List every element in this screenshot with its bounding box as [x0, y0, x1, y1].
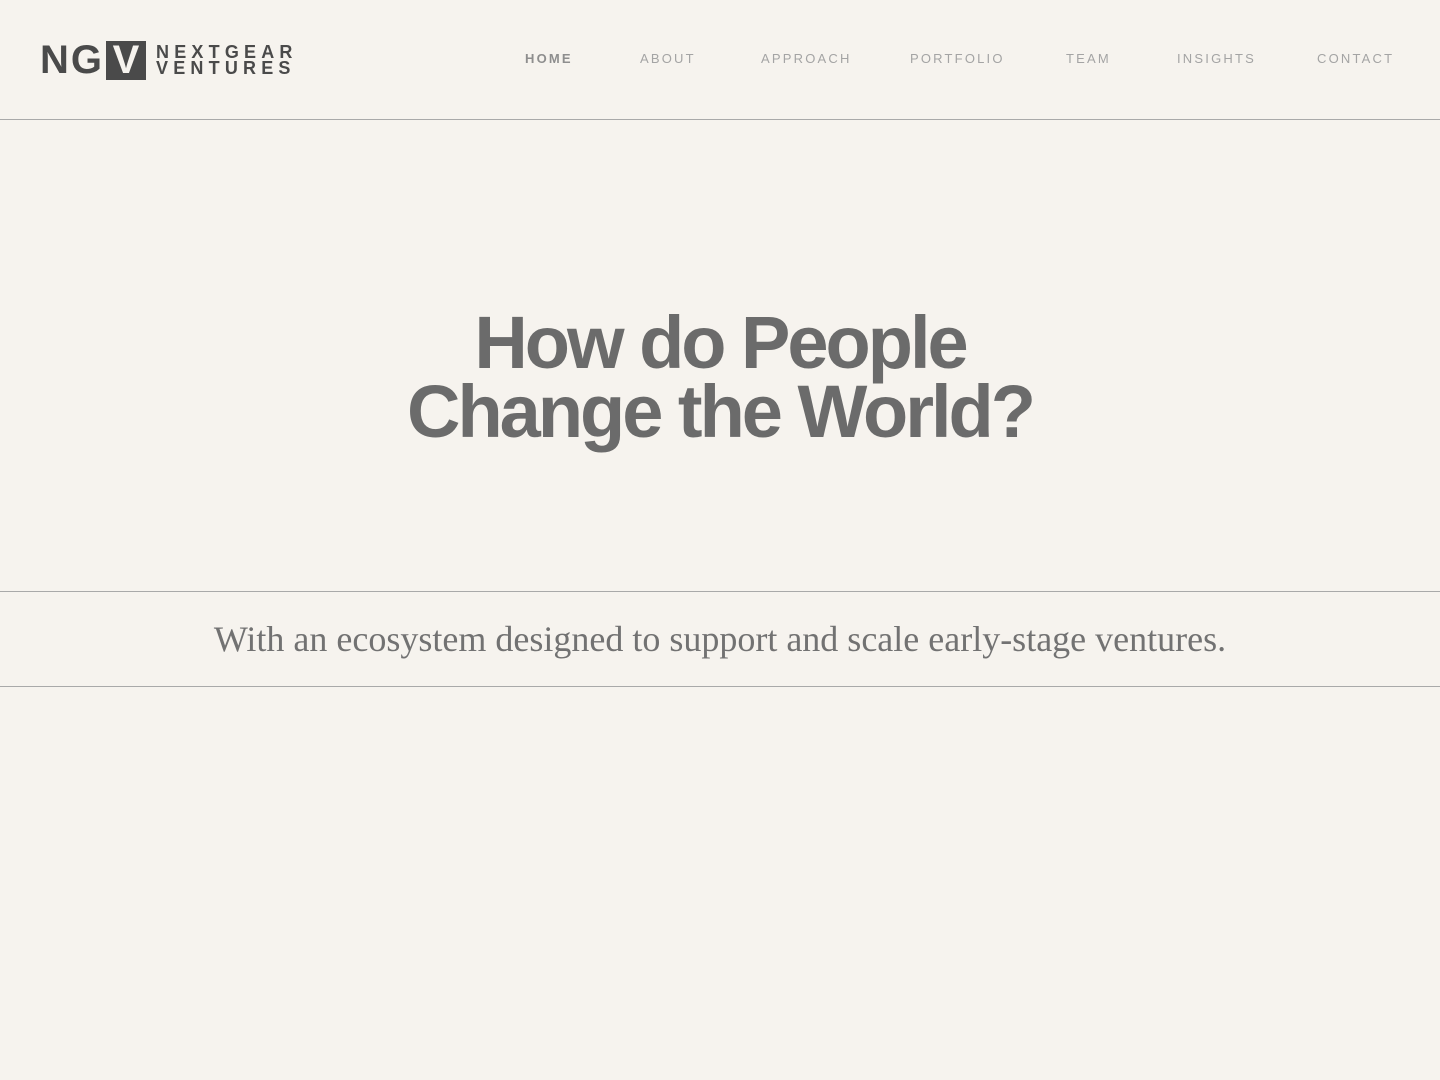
nav-item-team[interactable]: TEAM: [1066, 48, 1111, 70]
page: N G V NEXTGEAR VENTURES HOME ABOUT APPRO…: [0, 0, 1440, 1080]
nav-item-portfolio[interactable]: PORTFOLIO: [910, 48, 1005, 70]
tagline-band: With an ecosystem designed to support an…: [0, 591, 1440, 687]
nav-item-insights[interactable]: INSIGHTS: [1177, 48, 1256, 70]
hero-title-line1: How do People: [474, 301, 968, 384]
main-nav: HOME ABOUT APPROACH PORTFOLIO TEAM INSIG…: [0, 48, 1440, 70]
nav-item-about[interactable]: ABOUT: [640, 48, 696, 70]
hero-section: How do People Change the World?: [0, 120, 1440, 591]
nav-item-approach[interactable]: APPROACH: [761, 48, 852, 70]
nav-item-contact[interactable]: CONTACT: [1317, 48, 1394, 70]
hero-title: How do People Change the World?: [0, 301, 1440, 453]
nav-item-home[interactable]: HOME: [525, 48, 573, 70]
hero-title-line2: Change the World?: [407, 370, 1036, 453]
tagline-text: With an ecosystem designed to support an…: [213, 619, 1227, 659]
site-header: N G V NEXTGEAR VENTURES HOME ABOUT APPRO…: [0, 0, 1440, 120]
